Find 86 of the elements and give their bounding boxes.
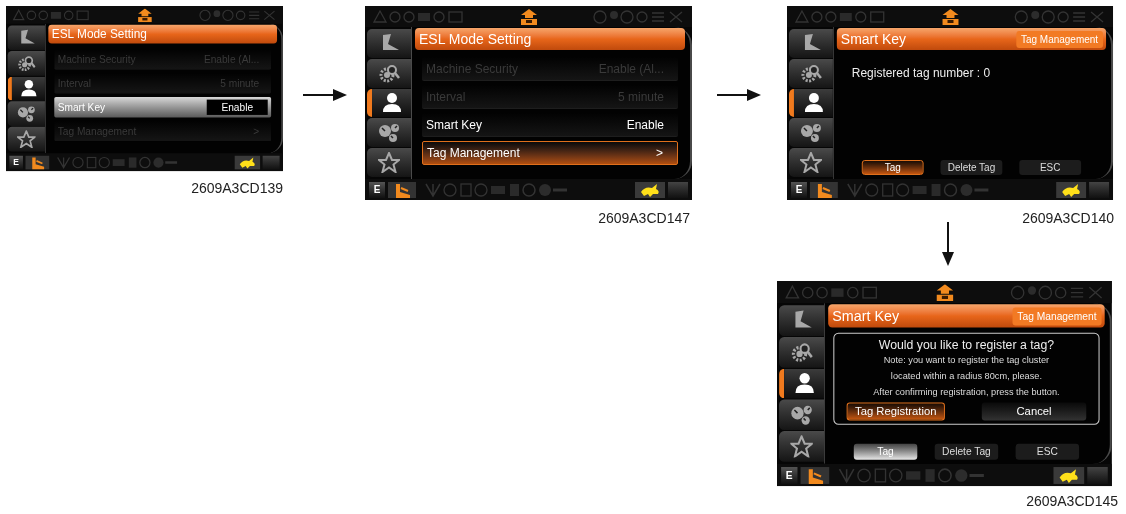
mode-indicator: E xyxy=(9,155,23,169)
menu-tab[interactable] xyxy=(789,148,833,177)
menu-tab[interactable] xyxy=(779,431,825,462)
blank-indicator xyxy=(262,155,280,169)
row-label: Smart Key xyxy=(426,116,482,134)
soft-key-button[interactable]: ESC xyxy=(1015,443,1080,460)
menu-tab[interactable] xyxy=(367,148,411,177)
info-text: Registered tag number : 0 xyxy=(850,65,992,82)
arrow-icon xyxy=(942,222,954,266)
gear-magnifier-icon xyxy=(17,54,36,73)
breadcrumb-label: Tag Management xyxy=(1016,30,1104,48)
excavator-icon xyxy=(800,466,830,484)
arrow-icon xyxy=(717,89,761,101)
menu-tab[interactable] xyxy=(789,88,833,118)
menu-tab[interactable] xyxy=(779,399,825,431)
menu-tab[interactable] xyxy=(789,58,833,88)
menu-tab[interactable] xyxy=(779,336,825,368)
gear-magnifier-icon xyxy=(790,340,813,364)
excavator-icon xyxy=(25,155,50,169)
screen-title: Smart Key xyxy=(832,307,900,325)
menu-row[interactable]: Smart Key Enable xyxy=(54,97,272,118)
dialog-text: located within a radius 80cm, please. xyxy=(890,369,1042,384)
mode-indicator: E xyxy=(781,466,798,484)
star-icon xyxy=(790,435,813,458)
dialog-text: After confirming registration, press the button. xyxy=(873,385,1060,400)
mode-indicator: E xyxy=(791,181,807,198)
gauges-icon xyxy=(17,104,36,123)
menu-tab[interactable] xyxy=(7,76,45,101)
figure-caption: 2609A3CD139 xyxy=(191,179,283,198)
breadcrumb-label: Tag Management xyxy=(1012,306,1102,325)
menu-tab[interactable] xyxy=(7,101,45,127)
menu-row[interactable]: Tag Management > xyxy=(422,141,678,165)
gauges-icon xyxy=(790,403,813,427)
gauges-icon xyxy=(799,122,822,144)
blank-indicator xyxy=(1087,466,1108,484)
menu-tab[interactable] xyxy=(367,58,411,88)
blank-indicator xyxy=(668,181,688,198)
dialog-button[interactable]: Tag Registration xyxy=(846,402,945,421)
menu-tab[interactable] xyxy=(367,88,411,118)
excavator-icon xyxy=(388,181,416,198)
figure-caption: 2609A3CD145 xyxy=(1026,492,1118,511)
menu-tab[interactable] xyxy=(779,305,825,336)
star-icon xyxy=(378,152,400,174)
home-icon xyxy=(519,8,538,25)
person-icon xyxy=(19,79,38,98)
row-value: > xyxy=(656,145,664,162)
row-label: Tag Management xyxy=(427,145,520,162)
home-icon xyxy=(136,8,153,22)
menu-tab[interactable] xyxy=(779,368,825,399)
menu-tab[interactable] xyxy=(367,29,411,58)
row-value: > xyxy=(253,123,261,139)
person-icon xyxy=(380,92,403,114)
screen-title: ESL Mode Setting xyxy=(51,27,147,41)
arrow-icon xyxy=(303,89,347,101)
excavator-icon xyxy=(809,181,838,198)
menu-tab[interactable] xyxy=(7,25,45,51)
menu-tab[interactable] xyxy=(7,50,45,76)
figure-caption: 2609A3CD147 xyxy=(598,209,690,228)
star-icon xyxy=(17,130,36,149)
gear-magnifier-icon xyxy=(378,62,400,84)
dialog-title: Would you like to register a tag? xyxy=(878,336,1055,353)
gear-magnifier-icon xyxy=(799,62,822,84)
screen-title: Smart Key xyxy=(840,31,906,47)
dialog-text: Note: you want to register the tag cluster xyxy=(883,354,1050,368)
figure-caption: 2609A3CD140 xyxy=(1022,209,1114,228)
home-icon xyxy=(935,283,954,301)
row-value: Enable xyxy=(206,99,268,115)
menu-tab[interactable] xyxy=(7,127,45,152)
soft-key-button[interactable]: Delete Tag xyxy=(940,160,1003,175)
mode-indicator: E xyxy=(369,181,385,198)
home-icon xyxy=(941,8,959,25)
blank-indicator xyxy=(1089,181,1110,198)
soft-key-button[interactable]: Tag xyxy=(861,160,924,175)
person-icon xyxy=(802,92,825,114)
row-value: Enable xyxy=(626,116,665,134)
soft-key-button[interactable]: Delete Tag xyxy=(934,443,999,460)
menu-tab[interactable] xyxy=(789,118,833,148)
menu-tab[interactable] xyxy=(789,29,833,58)
star-icon xyxy=(799,152,822,174)
soft-key-button[interactable]: ESC xyxy=(1019,160,1082,175)
menu-tab[interactable] xyxy=(367,118,411,148)
gauges-icon xyxy=(378,122,400,144)
person-icon xyxy=(792,372,816,395)
row-label: Smart Key xyxy=(57,100,106,115)
screen-title: ESL Mode Setting xyxy=(419,31,532,47)
dialog-button[interactable]: Cancel xyxy=(981,402,1087,421)
